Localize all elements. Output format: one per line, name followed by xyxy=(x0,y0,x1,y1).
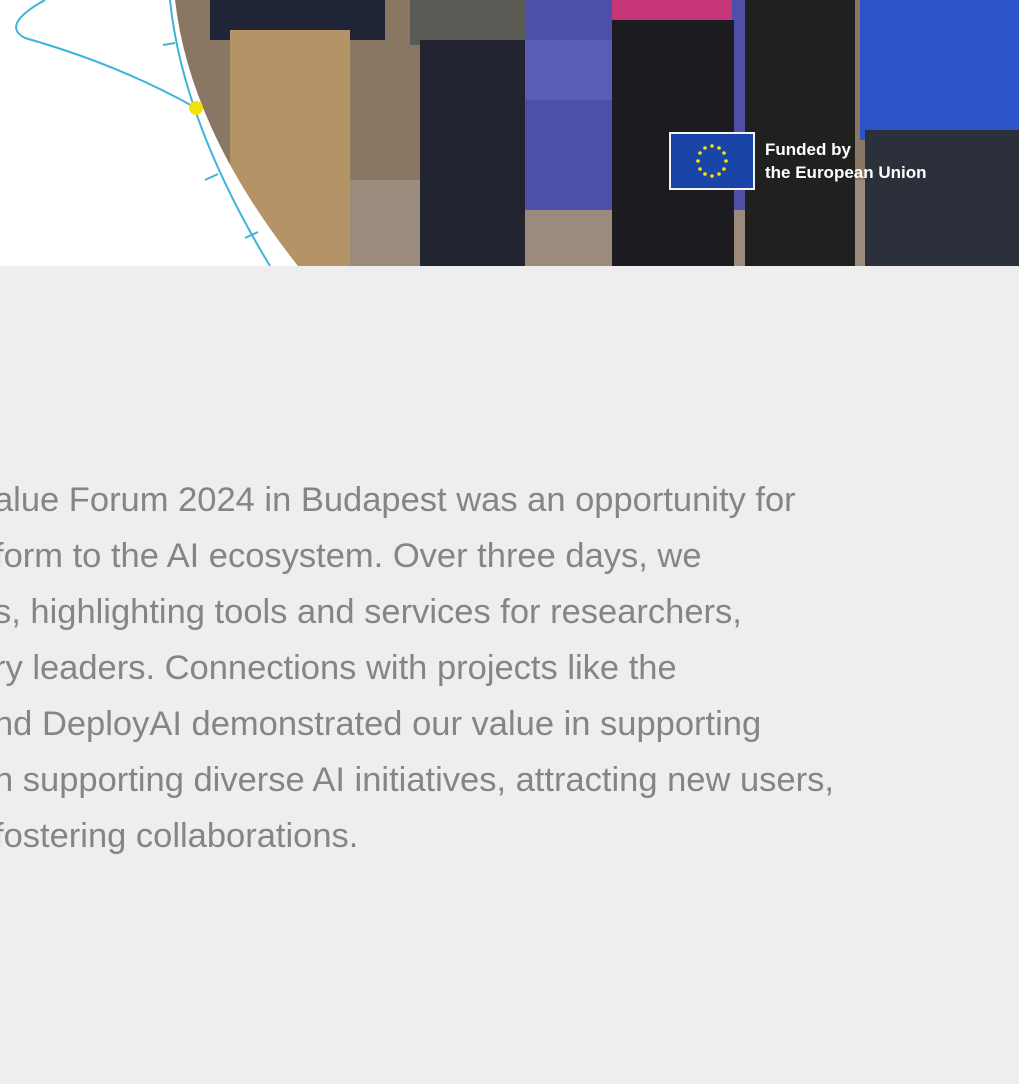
eu-funding-line-2: the European Union xyxy=(765,163,927,182)
article-line: nd DeployAI demonstrated our value in su… xyxy=(0,705,762,743)
person-2-legs xyxy=(420,40,525,266)
accent-dot xyxy=(189,101,203,115)
person-4 xyxy=(745,0,855,266)
article-paragraph: alue Forum 2024 in Budapest was an oppor… xyxy=(0,472,1019,864)
hero-photo: Funded by the European Union xyxy=(0,0,1019,266)
person-5-shirt xyxy=(860,0,1019,140)
article-line: n supporting diverse AI initiatives, att… xyxy=(0,761,834,799)
person-2-torso xyxy=(410,0,525,45)
article-line: ry leaders. Connections with projects li… xyxy=(0,649,677,687)
article-line: alue Forum 2024 in Budapest was an oppor… xyxy=(0,481,796,519)
eu-funding-label: Funded by the European Union xyxy=(765,138,927,184)
eu-funding-line-1: Funded by xyxy=(765,140,851,159)
article-line: s, highlighting tools and services for r… xyxy=(0,593,742,631)
hero-photo-illustration xyxy=(0,0,1019,266)
eu-flag-icon xyxy=(669,132,755,190)
article-line: form to the AI ecosystem. Over three day… xyxy=(0,537,702,575)
article-line: fostering collaborations. xyxy=(0,817,359,855)
